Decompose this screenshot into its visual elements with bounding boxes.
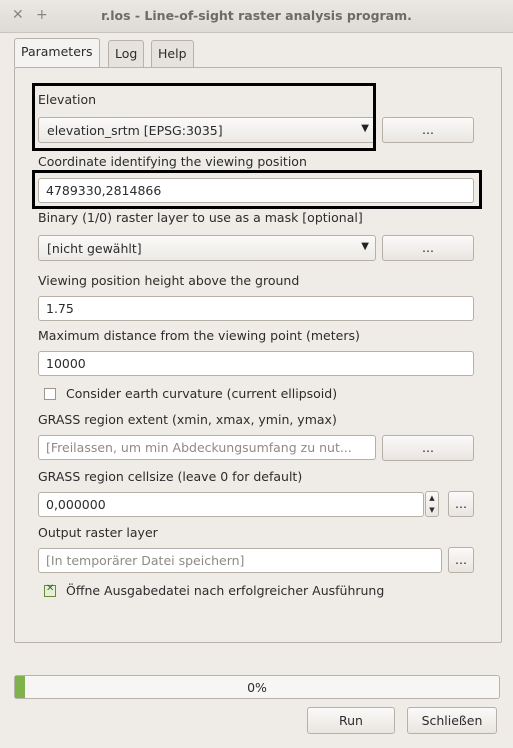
spin-down-icon[interactable]: ▼ [426,504,438,516]
cellsize-input[interactable]: 0,000000 [38,492,424,517]
coordinate-input[interactable]: 4789330,2814866 [38,178,474,203]
elevation-browse-button[interactable]: ... [382,117,474,143]
chevron-down-icon: ▼ [361,241,369,252]
max-dist-input[interactable]: 10000 [38,351,474,376]
output-browse-button[interactable]: ... [448,547,474,573]
cellsize-label: GRASS region cellsize (leave 0 for defau… [38,469,303,484]
open-output-label: Öffne Ausgabedatei nach erfolgreicher Au… [66,583,385,598]
curvature-label: Consider earth curvature (current ellips… [66,386,338,401]
cellsize-spinner[interactable]: ▲ ▼ [425,491,439,517]
window-title: r.los - Line-of-sight raster analysis pr… [101,8,412,23]
tab-log[interactable]: Log [108,40,145,67]
obs-height-input[interactable]: 1.75 [38,296,474,321]
tab-help[interactable]: Help [151,40,194,67]
title-bar: ✕ + r.los - Line-of-sight raster analysi… [0,0,513,33]
region-extent-input[interactable]: [Freilassen, um min Abdeckungsumfang zu … [38,435,376,460]
close-button[interactable]: Schließen [407,707,497,734]
run-button[interactable]: Run [307,707,395,734]
mask-value: [nicht gewählt] [47,241,142,256]
progress-bar: 0% [14,675,500,699]
output-input[interactable]: [In temporärer Datei speichern] [38,548,442,573]
spin-up-icon[interactable]: ▲ [426,492,438,504]
curvature-checkbox[interactable] [44,388,56,400]
open-output-checkbox[interactable] [44,583,56,597]
chevron-down-icon: ▼ [361,123,369,134]
max-dist-label: Maximum distance from the viewing point … [38,328,360,343]
tab-parameters[interactable]: Parameters [14,38,100,67]
mask-combo[interactable]: [nicht gewählt] ▼ [38,235,376,261]
elevation-combo[interactable]: elevation_srtm [EPSG:3035] ▼ [38,117,376,143]
mask-browse-button[interactable]: ... [382,235,474,261]
obs-height-label: Viewing position height above the ground [38,273,300,288]
elevation-value: elevation_srtm [EPSG:3035] [47,123,223,138]
output-label: Output raster layer [38,525,158,540]
cellsize-browse-button[interactable]: ... [448,491,474,517]
elevation-label: Elevation [38,92,97,107]
region-extent-label: GRASS region extent (xmin, xmax, ymin, y… [38,412,337,427]
mask-label: Binary (1/0) raster layer to use as a ma… [38,210,363,225]
region-extent-browse-button[interactable]: ... [382,435,474,461]
progress-text: 0% [247,680,267,695]
coordinate-label: Coordinate identifying the viewing posit… [38,154,307,169]
